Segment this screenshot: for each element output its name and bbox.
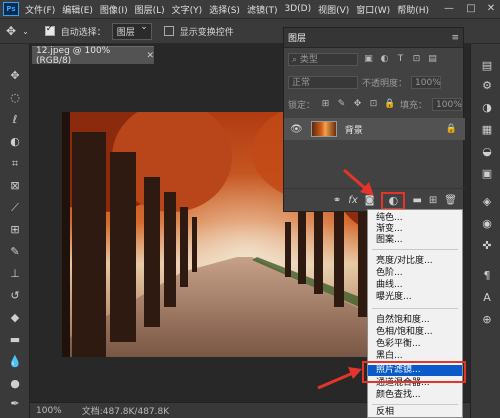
arrow-to-photo-filter — [317, 367, 362, 390]
annotation-arrows — [317, 168, 374, 390]
arrow-to-adjustment-button — [343, 168, 374, 196]
